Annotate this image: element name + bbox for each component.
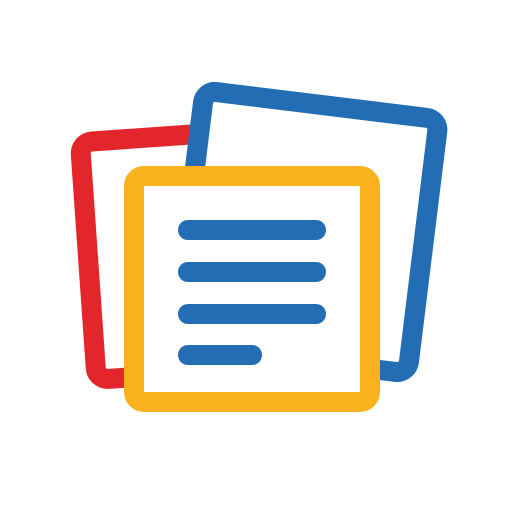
app-icon [0,0,512,512]
notebook-icon [70,81,448,412]
front-card-yellow [124,166,380,412]
